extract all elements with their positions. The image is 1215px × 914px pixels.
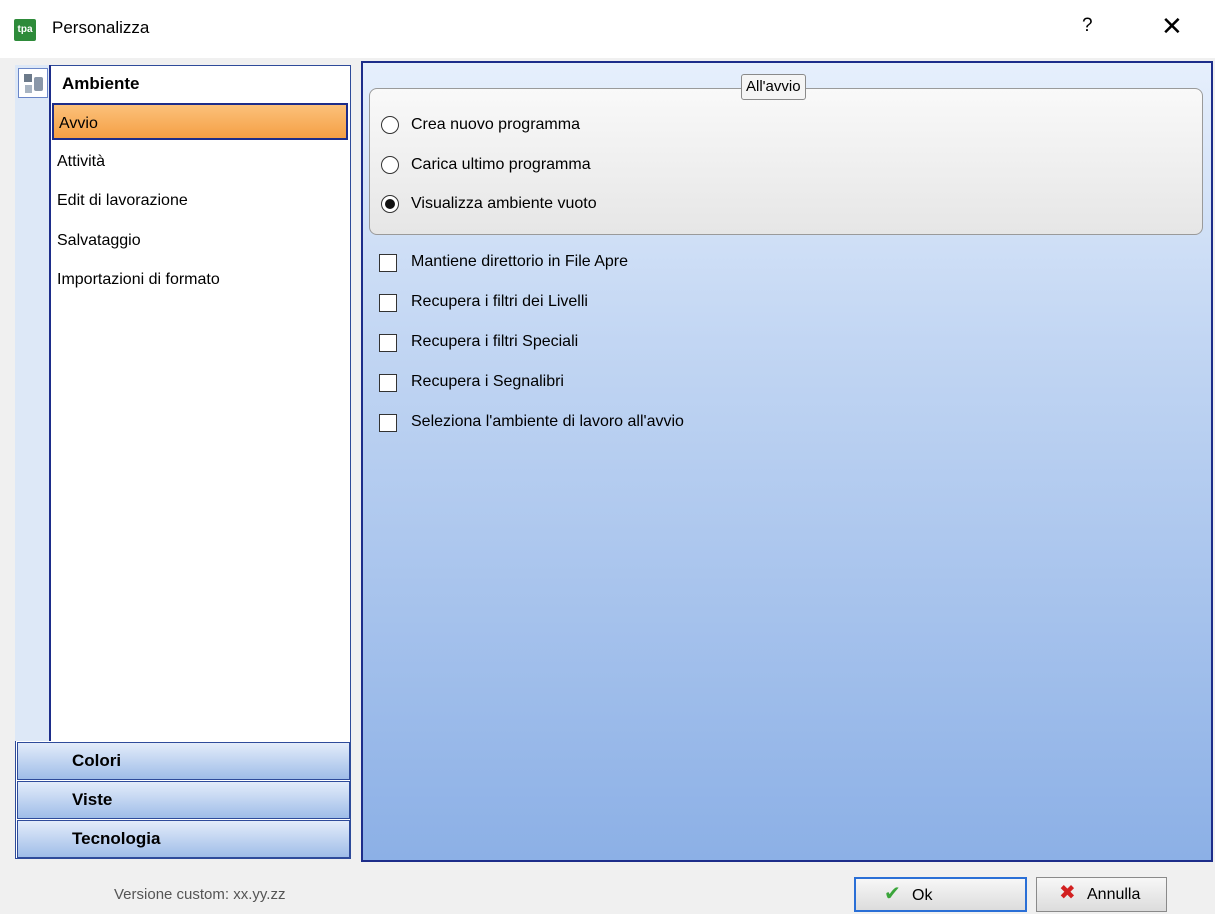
nav-item-salvataggio[interactable]: Salvataggio: [52, 222, 348, 259]
window-title: Personalizza: [52, 18, 150, 37]
radio-crea-nuovo[interactable]: [381, 116, 399, 134]
nav-group-tecnologia[interactable]: Tecnologia: [17, 820, 350, 858]
startup-group-legend: All'avvio: [741, 74, 806, 100]
nav-group-viste[interactable]: Viste: [17, 781, 350, 819]
radio-carica-ultimo[interactable]: [381, 156, 399, 174]
nav-group-colori[interactable]: Colori: [17, 742, 350, 780]
checkbox-label: Mantiene direttorio in File Apre: [411, 253, 628, 270]
checkbox-seleziona-ambiente[interactable]: [379, 414, 397, 432]
version-label: Versione custom: xx.yy.zz: [114, 886, 286, 903]
close-button[interactable]: ✕: [1161, 11, 1183, 41]
cancel-button[interactable]: ✖ Annulla: [1036, 877, 1167, 912]
nav-item-attivita[interactable]: Attività: [52, 143, 348, 180]
nav-item-importazioni[interactable]: Importazioni di formato: [52, 261, 348, 298]
checkbox-filtri-speciali[interactable]: [379, 334, 397, 352]
title-bar: tpa Personalizza ? ✕: [0, 0, 1215, 58]
checkbox-label: Recupera i filtri dei Livelli: [411, 293, 588, 310]
checkbox-label: Seleziona l'ambiente di lavoro all'avvio: [411, 413, 684, 430]
checkbox-label: Recupera i filtri Speciali: [411, 333, 579, 350]
nav-group-strip: [15, 65, 51, 741]
environment-icon: [18, 68, 48, 98]
cancel-button-label: Annulla: [1087, 886, 1141, 903]
ok-button[interactable]: ✔ Ok: [854, 877, 1027, 912]
radio-visualizza-vuoto[interactable]: [381, 195, 399, 213]
checkmark-icon: ✔: [884, 883, 901, 905]
nav-item-avvio[interactable]: Avvio: [52, 103, 348, 140]
checkbox-filtri-livelli[interactable]: [379, 294, 397, 312]
checkbox-segnalibri[interactable]: [379, 374, 397, 392]
checkbox-label: Recupera i Segnalibri: [411, 373, 564, 390]
nav-group-ambiente[interactable]: Ambiente: [62, 74, 139, 94]
checkbox-mantiene-direttorio[interactable]: [379, 254, 397, 272]
cross-icon: ✖: [1059, 882, 1076, 904]
app-icon: tpa: [14, 19, 36, 41]
ok-button-label: Ok: [912, 887, 933, 904]
nav-item-edit-lavorazione[interactable]: Edit di lavorazione: [52, 182, 348, 219]
radio-label: Visualizza ambiente vuoto: [411, 195, 597, 212]
radio-label: Crea nuovo programma: [411, 116, 580, 133]
radio-label: Carica ultimo programma: [411, 156, 591, 173]
help-button[interactable]: ?: [1082, 15, 1093, 37]
